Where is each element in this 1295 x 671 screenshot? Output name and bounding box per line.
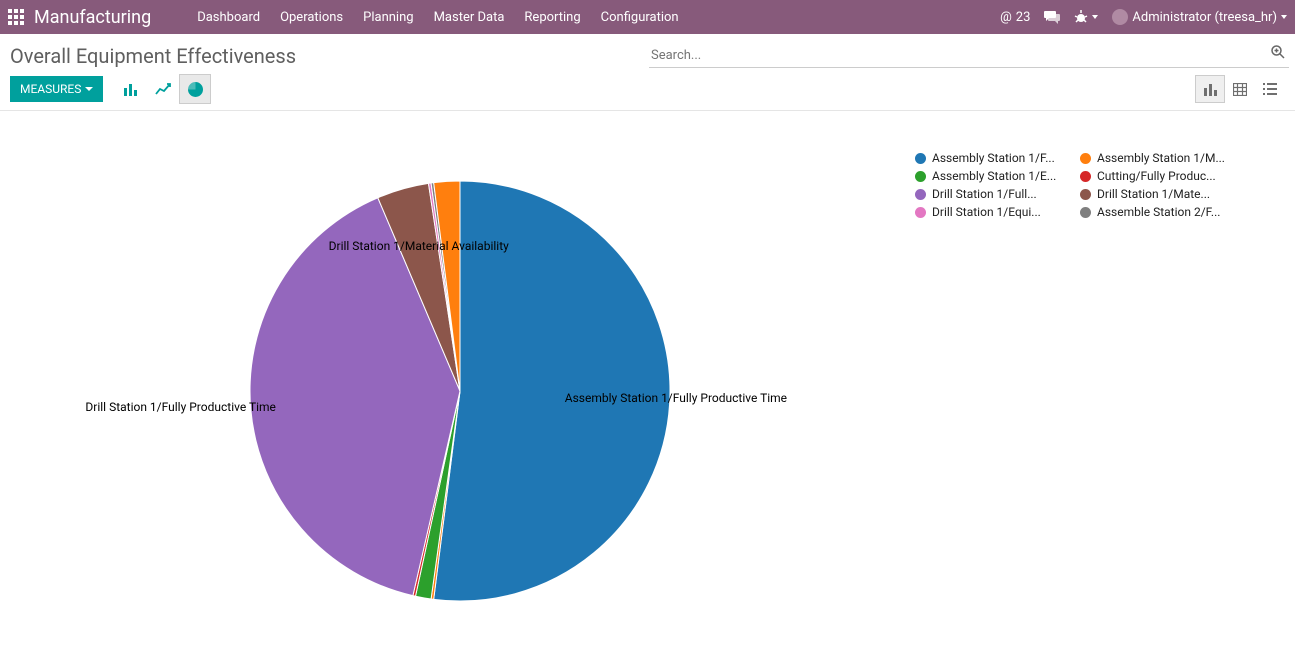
pie-chart-button[interactable]: [179, 74, 211, 104]
measures-button[interactable]: MEASURES: [10, 76, 103, 102]
nav-dashboard[interactable]: Dashboard: [187, 0, 270, 34]
legend-swatch: [1080, 153, 1091, 164]
apps-icon[interactable]: [8, 9, 24, 25]
legend-swatch: [1080, 171, 1091, 182]
avatar: [1112, 9, 1128, 25]
legend-item[interactable]: Assembly Station 1/M...: [1080, 151, 1235, 165]
legend-item[interactable]: Assembly Station 1/E...: [915, 169, 1070, 183]
legend-swatch: [915, 171, 926, 182]
chart-type-switcher: [115, 74, 211, 104]
graph-view-button[interactable]: [1195, 75, 1225, 103]
legend-label: Assemble Station 2/F...: [1097, 205, 1220, 219]
pie-chart: Assembly Station 1/Fully Productive Time…: [20, 131, 720, 651]
legend-label: Assembly Station 1/E...: [932, 169, 1056, 183]
caret-down-icon: [1092, 15, 1098, 19]
main-menu: Dashboard Operations Planning Master Dat…: [187, 0, 688, 34]
measures-label: MEASURES: [20, 82, 81, 96]
legend-swatch: [915, 153, 926, 164]
legend-item[interactable]: Assembly Station 1/F...: [915, 151, 1070, 165]
caret-down-icon: [85, 87, 93, 91]
messaging-indicator[interactable]: @ 23: [1000, 10, 1030, 25]
legend-label: Cutting/Fully Produc...: [1097, 169, 1216, 183]
legend-label: Drill Station 1/Equi...: [932, 205, 1041, 219]
line-chart-button[interactable]: [147, 74, 179, 104]
user-label: Administrator (treesa_hr): [1132, 10, 1277, 25]
legend-swatch: [1080, 207, 1091, 218]
legend-label: Assembly Station 1/M...: [1097, 151, 1225, 165]
message-count: 23: [1016, 10, 1031, 25]
bar-chart-button[interactable]: [115, 74, 147, 104]
nav-master-data[interactable]: Master Data: [424, 0, 515, 34]
discuss-icon[interactable]: [1044, 10, 1060, 24]
view-switcher: [1195, 75, 1285, 103]
top-nav: Manufacturing Dashboard Operations Plann…: [0, 0, 1295, 34]
legend-item[interactable]: Drill Station 1/Mate...: [1080, 187, 1235, 201]
caret-down-icon: [1281, 15, 1287, 19]
pivot-view-button[interactable]: [1225, 75, 1255, 103]
legend-item[interactable]: Assemble Station 2/F...: [1080, 205, 1235, 219]
page-title: Overall Equipment Effectiveness: [10, 44, 296, 68]
app-brand[interactable]: Manufacturing: [34, 7, 151, 28]
at-icon: @: [1000, 10, 1012, 25]
control-panel-buttons: MEASURES: [0, 74, 1295, 111]
nav-reporting[interactable]: Reporting: [514, 0, 590, 34]
search-input[interactable]: [649, 44, 1289, 68]
legend-item[interactable]: Drill Station 1/Full...: [915, 187, 1070, 201]
legend-item[interactable]: Cutting/Fully Produc...: [1080, 169, 1235, 183]
nav-operations[interactable]: Operations: [270, 0, 353, 34]
legend-swatch: [1080, 189, 1091, 200]
debug-icon[interactable]: [1074, 10, 1098, 24]
legend-item[interactable]: Drill Station 1/Equi...: [915, 205, 1070, 219]
legend-label: Drill Station 1/Full...: [932, 187, 1037, 201]
legend: Assembly Station 1/F... Assembly Station …: [915, 151, 1235, 651]
slice-label: Assembly Station 1/Fully Productive Time: [565, 391, 787, 405]
nav-planning[interactable]: Planning: [353, 0, 423, 34]
list-view-button[interactable]: [1255, 75, 1285, 103]
search-plus-icon[interactable]: [1271, 44, 1285, 68]
chart-area: Assembly Station 1/Fully Productive Time…: [0, 111, 1295, 671]
legend-label: Drill Station 1/Mate...: [1097, 187, 1210, 201]
legend-label: Assembly Station 1/F...: [932, 151, 1055, 165]
nav-configuration[interactable]: Configuration: [591, 0, 689, 34]
slice-label: Drill Station 1/Fully Productive Time: [85, 400, 276, 414]
systray: @ 23 Administrator (treesa_hr): [1000, 9, 1287, 25]
slice-label: Drill Station 1/Material Availability: [329, 239, 509, 253]
legend-swatch: [915, 189, 926, 200]
control-panel-top: Overall Equipment Effectiveness: [0, 34, 1295, 74]
user-menu[interactable]: Administrator (treesa_hr): [1112, 9, 1287, 25]
legend-swatch: [915, 207, 926, 218]
